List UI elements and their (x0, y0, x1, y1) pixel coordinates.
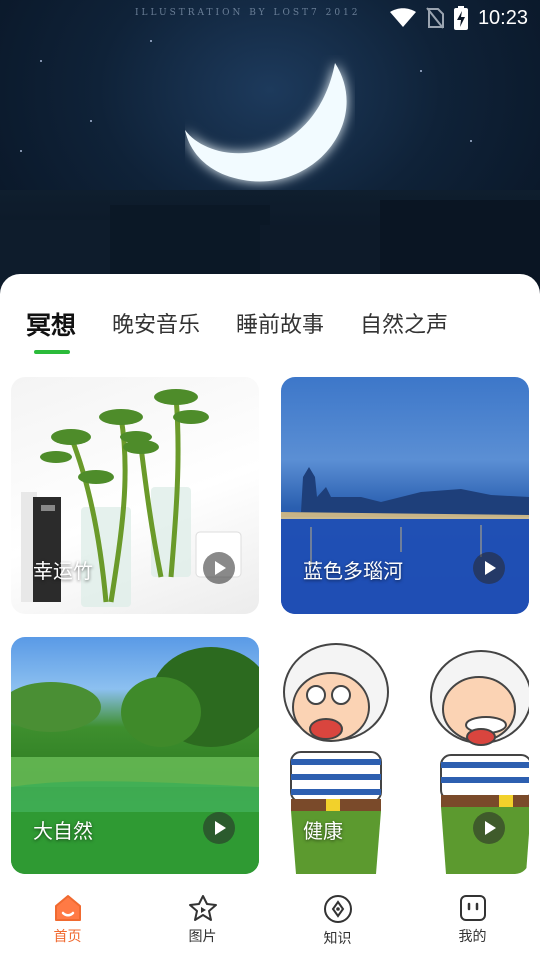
play-button[interactable] (203, 552, 235, 584)
compass-icon (323, 895, 352, 923)
tab-goodnight-music[interactable]: 晚安音乐 (112, 308, 200, 344)
tab-label: 自然之声 (360, 313, 449, 338)
hero-watermark: ILLUSTRATION BY LOST7 2012 (135, 8, 361, 18)
card-nature[interactable]: 大自然 (11, 637, 259, 874)
nav-profile[interactable]: 我的 (405, 880, 540, 960)
card-lucky-bamboo[interactable]: 幸运竹 (11, 377, 259, 614)
nav-label: 首页 (53, 929, 82, 945)
tab-active-indicator (34, 350, 70, 354)
bottom-navigation: 首页 图片 知识 我的 (0, 880, 540, 960)
card-title: 蓝色多瑙河 (303, 559, 403, 583)
tab-meditation[interactable]: 冥想 (26, 308, 77, 354)
card-title: 健康 (303, 819, 343, 843)
card-blue-danube[interactable]: 蓝色多瑙河 (281, 377, 529, 614)
play-button[interactable] (203, 812, 235, 844)
wifi-icon (389, 8, 416, 27)
tab-label: 睡前故事 (236, 313, 325, 338)
nav-knowledge[interactable]: 知识 (270, 880, 405, 960)
tab-label: 晚安音乐 (112, 313, 201, 338)
nav-pictures[interactable]: 图片 (135, 880, 270, 960)
card-title: 幸运竹 (33, 559, 93, 583)
home-icon (54, 895, 81, 921)
status-bar: 10:23 (340, 0, 540, 36)
status-time: 10:23 (477, 6, 528, 29)
battery-charging-icon (453, 6, 468, 30)
play-button[interactable] (473, 812, 505, 844)
tab-bedtime-stories[interactable]: 睡前故事 (236, 308, 324, 344)
hero-image: ILLUSTRATION BY LOST7 2012 (0, 0, 540, 300)
tab-label: 冥想 (26, 311, 77, 340)
tab-nature-sounds[interactable]: 自然之声 (360, 308, 448, 344)
nav-label: 图片 (188, 929, 217, 945)
content-sheet: 冥想 晚安音乐 睡前故事 自然之声 幸运竹 蓝色多瑙河 大自然 健康 (0, 274, 540, 960)
play-button[interactable] (473, 552, 505, 584)
card-title: 大自然 (33, 819, 93, 843)
star-icon (188, 895, 217, 921)
profile-icon (459, 895, 486, 921)
no-sim-icon (426, 7, 444, 29)
nav-home[interactable]: 首页 (0, 880, 135, 960)
category-tabs: 冥想 晚安音乐 睡前故事 自然之声 (26, 308, 484, 354)
crescent-moon-icon (185, 63, 347, 182)
card-health[interactable]: 健康 (281, 637, 529, 874)
nav-label: 我的 (458, 929, 487, 945)
nav-label: 知识 (323, 931, 352, 947)
